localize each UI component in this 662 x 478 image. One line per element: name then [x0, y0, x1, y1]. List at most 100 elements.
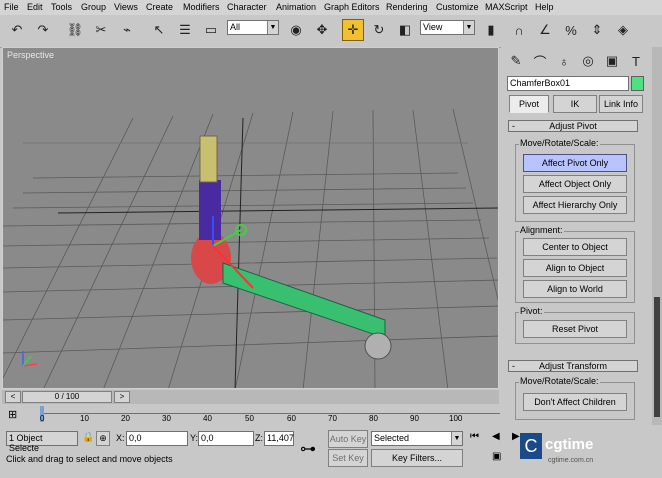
- window-crossing-icon[interactable]: ◉: [285, 19, 307, 41]
- next-frame-icon[interactable]: >: [114, 391, 130, 403]
- menu-views[interactable]: Views: [114, 2, 138, 12]
- tick-label: 0: [40, 414, 45, 423]
- object-name-field[interactable]: ChamferBox01: [507, 76, 629, 91]
- percent-snap-icon[interactable]: %: [560, 19, 582, 41]
- display-tab-icon[interactable]: ▣: [601, 50, 623, 72]
- unlink-icon[interactable]: ✂: [90, 19, 112, 41]
- motion-tab-icon[interactable]: ◎: [577, 50, 599, 72]
- spinner-snap-icon[interactable]: ⇕: [586, 19, 608, 41]
- menu-character[interactable]: Character: [227, 2, 267, 12]
- track-bar[interactable]: ⊞ 0 10 20 30 40 50 60 70 80 90 100: [0, 405, 500, 427]
- tab-ik[interactable]: IK: [553, 95, 597, 113]
- menu-graph-editors[interactable]: Graph Editors: [324, 2, 380, 12]
- sphere-gray[interactable]: [364, 332, 392, 360]
- selection-filter-dropdown[interactable]: All ▼: [227, 20, 279, 35]
- go-to-start-icon[interactable]: ⏮: [470, 431, 479, 442]
- menu-customize[interactable]: Customize: [436, 2, 479, 12]
- menu-edit[interactable]: Edit: [27, 2, 43, 12]
- create-tab-icon[interactable]: ✎: [505, 50, 527, 72]
- undo-icon[interactable]: ↶: [6, 19, 28, 41]
- utilities-tab-icon[interactable]: T: [625, 50, 647, 72]
- pivot-center-icon[interactable]: ▮: [480, 19, 502, 41]
- group-label: Move/Rotate/Scale:: [519, 138, 600, 148]
- tick-label: 10: [80, 414, 89, 423]
- reset-pivot-button[interactable]: Reset Pivot: [523, 320, 627, 338]
- rollout-adjust-pivot[interactable]: - Adjust Pivot: [508, 120, 638, 132]
- redo-icon[interactable]: ↷: [32, 19, 54, 41]
- viewport-scene: [3, 108, 498, 388]
- previous-frame-icon[interactable]: ◀: [492, 431, 500, 442]
- view-axis-tripod: [22, 351, 38, 367]
- select-manipulate-icon[interactable]: ✥: [311, 19, 333, 41]
- menu-file[interactable]: File: [4, 2, 19, 12]
- key-mode-toggle-icon[interactable]: ▣: [492, 451, 501, 462]
- menu-animation[interactable]: Animation: [276, 2, 316, 12]
- time-slider-thumb[interactable]: 0 / 100: [22, 391, 112, 403]
- cylinder-top-yellow[interactable]: [199, 135, 218, 183]
- track-bar-icon[interactable]: ⊞: [8, 408, 17, 421]
- menu-rendering[interactable]: Rendering: [386, 2, 428, 12]
- center-to-object-button[interactable]: Center to Object: [523, 238, 627, 256]
- affect-object-only-button[interactable]: Affect Object Only: [523, 175, 627, 193]
- command-panel-scrollbar[interactable]: [652, 47, 662, 425]
- select-and-rotate-icon[interactable]: ↻: [368, 19, 390, 41]
- select-and-link-icon[interactable]: ⛓: [64, 19, 86, 41]
- prev-frame-icon[interactable]: <: [5, 391, 21, 403]
- select-and-move-icon[interactable]: ✛: [342, 19, 364, 41]
- absolute-mode-icon[interactable]: ⊕: [96, 431, 110, 446]
- key-mode-value: Selected: [374, 433, 410, 443]
- select-by-name-icon[interactable]: ☰: [174, 19, 196, 41]
- rectangle-selection-icon[interactable]: ▭: [200, 19, 222, 41]
- align-to-world-button[interactable]: Align to World: [523, 280, 627, 298]
- perspective-viewport[interactable]: Perspective: [2, 47, 499, 389]
- affect-hierarchy-only-button[interactable]: Affect Hierarchy Only: [523, 196, 627, 214]
- tick-label: 30: [162, 414, 171, 423]
- reference-coord-dropdown[interactable]: View ▼: [420, 20, 475, 35]
- set-key-button[interactable]: Set Key: [328, 449, 368, 467]
- dont-affect-children-button[interactable]: Don't Affect Children: [523, 393, 627, 411]
- align-to-object-button[interactable]: Align to Object: [523, 259, 627, 277]
- select-object-icon[interactable]: ↖: [148, 19, 170, 41]
- mirror-icon[interactable]: ◈: [612, 19, 634, 41]
- ruler-ticks: [42, 405, 500, 414]
- chevron-down-icon: ▼: [451, 432, 462, 445]
- hierarchy-tab-icon[interactable]: ♁: [553, 50, 575, 72]
- bind-space-warp-icon[interactable]: ⌁: [116, 19, 138, 41]
- select-and-scale-icon[interactable]: ◧: [394, 19, 416, 41]
- menu-modifiers[interactable]: Modifiers: [183, 2, 220, 12]
- watermark-logo: C: [520, 433, 542, 459]
- x-coordinate-field[interactable]: 0,0: [126, 431, 188, 446]
- tab-pivot[interactable]: Pivot: [509, 95, 549, 113]
- menu-create[interactable]: Create: [146, 2, 173, 12]
- lock-icon[interactable]: 🔒: [82, 432, 94, 443]
- tab-link-info[interactable]: Link Info: [599, 95, 643, 113]
- z-coordinate-field[interactable]: 11,407: [264, 431, 294, 446]
- minus-icon: -: [512, 121, 515, 131]
- main-toolbar: ↶ ↷ ⛓ ✂ ⌁ ↖ ☰ ▭ All ▼ ◉ ✥ ✛ ↻ ◧ View ▼ ▮…: [0, 15, 662, 48]
- menu-help[interactable]: Help: [535, 2, 554, 12]
- tick-label: 40: [203, 414, 212, 423]
- tick-label: 90: [410, 414, 419, 423]
- auto-key-button[interactable]: Auto Key: [328, 430, 368, 448]
- menu-tools[interactable]: Tools: [51, 2, 72, 12]
- chamfer-box-green[interactable]: [222, 262, 386, 339]
- angle-snap-icon[interactable]: ∠: [534, 19, 556, 41]
- menu-group[interactable]: Group: [81, 2, 106, 12]
- play-icon[interactable]: ▶: [512, 431, 520, 442]
- modify-tab-icon[interactable]: ⌒: [529, 50, 551, 72]
- y-coordinate-field[interactable]: 0,0: [198, 431, 254, 446]
- cylinder-purple[interactable]: [199, 180, 221, 240]
- key-mode-dropdown[interactable]: Selected ▼: [371, 431, 463, 446]
- group-label: Move/Rotate/Scale:: [519, 376, 600, 386]
- scrollbar-thumb[interactable]: [654, 297, 660, 417]
- group-label: Pivot:: [519, 306, 544, 316]
- snap-icon[interactable]: ∩: [508, 19, 530, 41]
- viewport-label[interactable]: Perspective: [7, 50, 54, 60]
- time-slider[interactable]: < 0 / 100 >: [2, 390, 499, 404]
- key-filters-button[interactable]: Key Filters...: [371, 449, 463, 467]
- affect-pivot-only-button[interactable]: Affect Pivot Only: [523, 154, 627, 172]
- grid-axis-x: [57, 207, 498, 214]
- rollout-adjust-transform[interactable]: - Adjust Transform: [508, 360, 638, 372]
- object-color-swatch[interactable]: [631, 76, 644, 91]
- menu-maxscript[interactable]: MAXScript: [485, 2, 528, 12]
